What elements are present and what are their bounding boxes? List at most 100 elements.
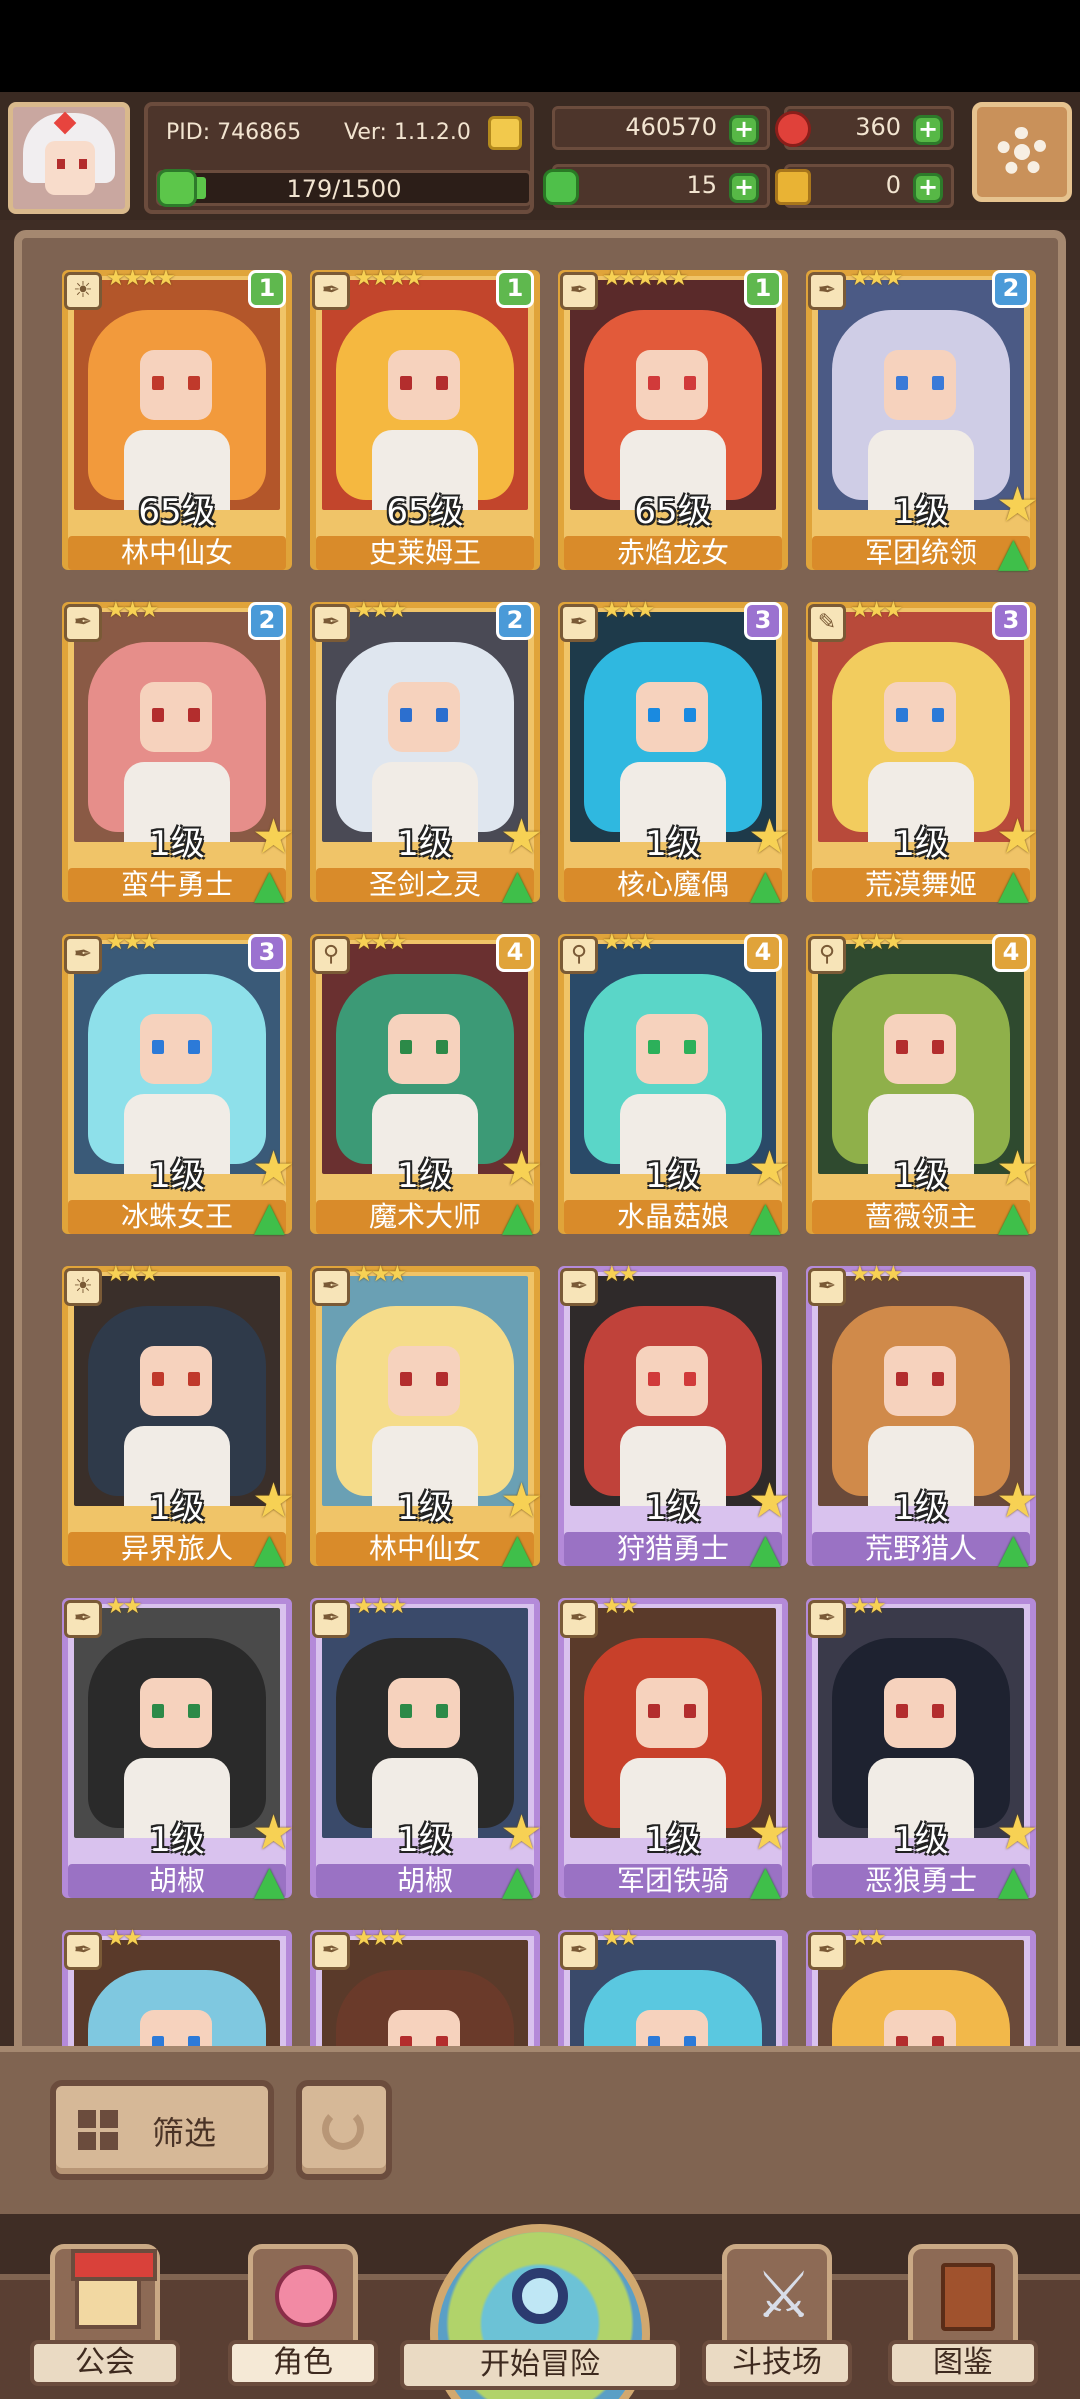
level-up-arrow-icon: ▲ [998, 530, 1029, 576]
character-card[interactable]: ⚲ ★★★ 4 1级 魔术大师 ★ ▲ [310, 930, 554, 1244]
rarity-stars: ★★ [106, 1926, 142, 1951]
weapon-type-icon: ✒ [560, 604, 598, 642]
character-card[interactable]: ✒ ★★★ 2 1级 蛮牛勇士 ★ ▲ [62, 598, 306, 912]
level-up-arrow-icon: ▲ [254, 862, 285, 908]
character-frame: ☀ ★★★★ 1 65级 林中仙女 ✒ ★★★★ 1 65级 史莱姆王 ✒ ★★★★★ 1 65级 赤焰龙女… [14, 230, 1066, 2060]
weapon-type-icon: ✒ [808, 1600, 846, 1638]
rarity-stars: ★★★ [850, 1262, 903, 1287]
character-card[interactable]: ✒ ★★★ 1级 林中仙女 ★ ▲ [310, 1262, 554, 1576]
tier-badge: 2 [248, 602, 286, 640]
level-up-arrow-icon: ▲ [502, 1858, 533, 1904]
nav-guild[interactable]: 公会 [30, 2244, 180, 2394]
rarity-stars: ★★ [106, 1594, 142, 1619]
character-card[interactable]: ✒ ★★ 1级 狩猎勇士 ★ ▲ [558, 1262, 802, 1576]
character-card[interactable]: ✒ ★★★ 3 1级 核心魔偶 ★ ▲ [558, 598, 802, 912]
weapon-type-icon: ✒ [64, 936, 102, 974]
level-up-arrow-icon: ▲ [254, 1858, 285, 1904]
character-level: 65级 [634, 492, 712, 532]
weapon-type-icon: ✒ [64, 1932, 102, 1970]
character-card[interactable]: ⚲ ★★★ 4 1级 蔷薇领主 ★ ▲ [806, 930, 1050, 1244]
character-card[interactable]: ✒ ★★★ 1级 胡椒 ★ ▲ [310, 1594, 554, 1908]
gem-value: 360 [855, 113, 901, 141]
character-portrait [322, 1276, 528, 1506]
star-upgrade-icon: ★ [500, 1805, 544, 1861]
tier-badge: 3 [744, 602, 782, 640]
ticket-counter: 0 + [775, 164, 954, 208]
character-portrait [818, 280, 1024, 510]
add-clover-button[interactable]: + [729, 173, 759, 203]
star-upgrade-icon: ★ [500, 809, 544, 865]
codex-book-icon [941, 2263, 995, 2331]
nav-character[interactable]: 角色 [228, 2244, 378, 2394]
character-grid[interactable]: ☀ ★★★★ 1 65级 林中仙女 ✒ ★★★★ 1 65级 史莱姆王 ✒ ★★★★★ 1 65级 赤焰龙女… [62, 270, 1062, 2060]
rarity-stars: ★★★ [850, 598, 903, 623]
nav-arena[interactable]: ⚔ 斗技场 [702, 2244, 852, 2394]
character-card[interactable]: ✒ ★★ 1级 军团铁骑 ★ ▲ [558, 1594, 802, 1908]
character-portrait [322, 944, 528, 1174]
start-adventure-button[interactable]: 开始冒险 [400, 2214, 680, 2399]
add-gem-button[interactable]: + [913, 115, 943, 145]
level-up-arrow-icon: ▲ [750, 1194, 781, 1240]
add-ticket-button[interactable]: + [913, 173, 943, 203]
rarity-stars: ★★★ [850, 270, 903, 291]
rarity-stars: ★★★ [354, 1926, 407, 1951]
star-upgrade-icon: ★ [748, 809, 792, 865]
tier-badge: 2 [496, 602, 534, 640]
character-card[interactable]: ✒ ★★★ 3 1级 冰蛛女王 ★ ▲ [62, 930, 306, 1244]
weapon-type-icon: ✒ [312, 1932, 350, 1970]
tier-badge: 1 [248, 270, 286, 308]
character-card[interactable]: ✒ ★★ 1级 恶狼勇士 ★ ▲ [806, 1594, 1050, 1908]
weapon-type-icon: ⚲ [312, 936, 350, 974]
tier-badge: 4 [744, 934, 782, 972]
character-level: 65级 [138, 492, 216, 532]
character-card[interactable]: ✒ ★★★ 1级 荒野猎人 ★ ▲ [806, 1262, 1050, 1576]
character-card[interactable]: ✒ ★★ [558, 1926, 802, 2060]
character-card[interactable]: ✎ ★★★ 3 1级 荒漠舞姬 ★ ▲ [806, 598, 1050, 912]
guild-house-icon [71, 2249, 157, 2329]
weapon-type-icon: ✒ [560, 272, 598, 310]
rarity-stars: ★★ [602, 1594, 638, 1619]
star-upgrade-icon: ★ [748, 1141, 792, 1197]
character-portrait [818, 1276, 1024, 1506]
character-card[interactable]: ⚲ ★★★ 4 1级 水晶菇娘 ★ ▲ [558, 930, 802, 1244]
crossed-swords-icon: ⚔ [755, 2259, 813, 2333]
level-up-arrow-icon: ▲ [998, 1858, 1029, 1904]
character-card[interactable]: ☀ ★★★★ 1 65级 林中仙女 [62, 270, 306, 580]
character-card[interactable]: ✒ ★★ [806, 1926, 1050, 2060]
reset-sort-button[interactable] [296, 2080, 392, 2180]
character-girl-icon [275, 2265, 337, 2327]
character-name: 赤焰龙女 [564, 536, 782, 570]
character-card[interactable]: ✒ ★★★ 2 1级 圣剑之灵 ★ ▲ [310, 598, 554, 912]
weapon-type-icon: ⚲ [808, 936, 846, 974]
character-name: 史莱姆王 [316, 536, 534, 570]
add-gold-button[interactable]: + [729, 115, 759, 145]
tier-badge: 2 [992, 270, 1030, 308]
player-avatar[interactable] [8, 102, 130, 214]
character-card[interactable]: ☀ ★★★ 1级 异界旅人 ★ ▲ [62, 1262, 306, 1576]
tier-badge: 1 [744, 270, 782, 308]
rarity-stars: ★★★ [354, 930, 407, 955]
nav-codex-label: 图鉴 [888, 2340, 1038, 2386]
player-info-panel: PID: 746865 Ver: 1.1.2.0 179/1500 [144, 102, 534, 214]
star-upgrade-icon: ★ [748, 1473, 792, 1529]
game-version: Ver: 1.1.2.0 [344, 120, 471, 145]
character-portrait [322, 1940, 528, 2060]
rarity-stars: ★★★ [106, 930, 159, 955]
settings-button[interactable] [972, 102, 1072, 202]
level-up-arrow-icon: ▲ [502, 1526, 533, 1572]
character-card[interactable]: ✒ ★★★ [310, 1926, 554, 2060]
character-card[interactable]: ✒ ★★★★★ 1 65级 赤焰龙女 [558, 270, 802, 580]
character-portrait [818, 1940, 1024, 2060]
character-card[interactable]: ✒ ★★ 1级 胡椒 ★ ▲ [62, 1594, 306, 1908]
character-portrait [74, 280, 280, 510]
filter-button[interactable]: 筛选 [50, 2080, 274, 2180]
nav-codex[interactable]: 图鉴 [888, 2244, 1038, 2394]
weapon-type-icon: ✒ [312, 272, 350, 310]
weapon-type-icon: ✒ [64, 1600, 102, 1638]
tier-badge: 4 [496, 934, 534, 972]
character-card[interactable]: ✒ ★★★ 2 1级 军团统领 ★ ▲ [806, 270, 1050, 580]
rarity-stars: ★★★ [106, 1262, 159, 1287]
character-card[interactable]: ✒ ★★ [62, 1926, 306, 2060]
character-portrait [818, 944, 1024, 1174]
character-card[interactable]: ✒ ★★★★ 1 65级 史莱姆王 [310, 270, 554, 580]
